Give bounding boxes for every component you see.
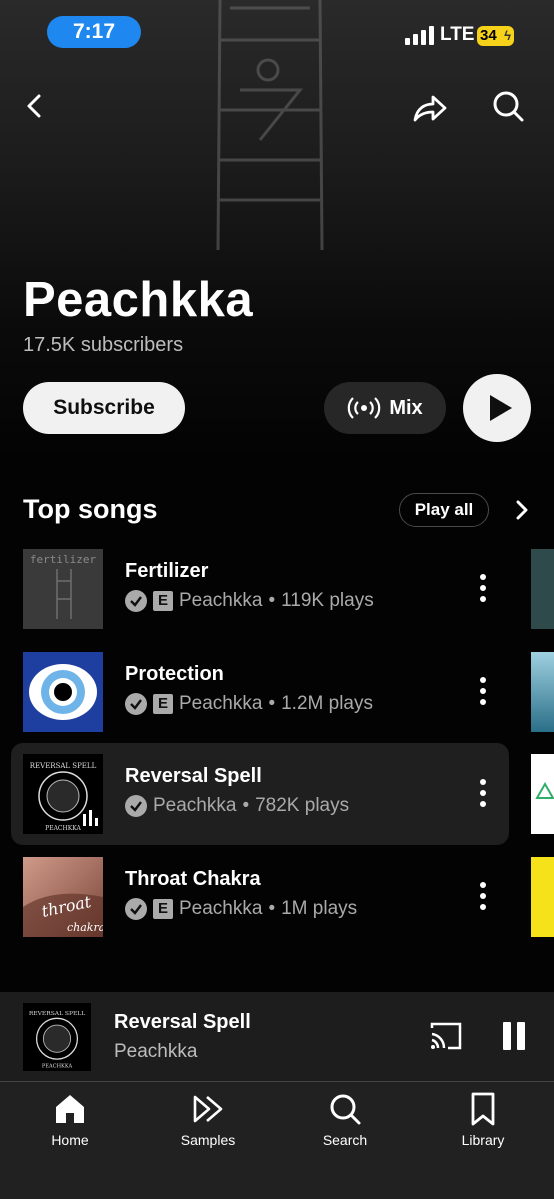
song-thumbnail: REVERSAL SPELL PEACHKKA bbox=[23, 754, 103, 834]
song-plays: 119K plays bbox=[281, 590, 374, 611]
explicit-badge: E bbox=[153, 591, 173, 611]
now-playing-artist: Peachkka bbox=[114, 1041, 198, 1062]
song-thumbnail bbox=[23, 652, 103, 732]
next-column-thumbnail[interactable] bbox=[531, 549, 554, 629]
status-time: 7:17 bbox=[47, 16, 141, 48]
tab-label: Search bbox=[322, 1132, 368, 1148]
battery-icon: 34 ϟ bbox=[477, 26, 514, 46]
song-row-reversal-spell[interactable]: REVERSAL SPELL PEACHKKA Reversal Spell P… bbox=[11, 743, 509, 845]
battery-level: 34 bbox=[480, 27, 497, 44]
separator: • bbox=[268, 898, 276, 919]
tab-library[interactable]: Library bbox=[433, 1090, 533, 1148]
thumb-text: PEACHKKA bbox=[45, 825, 81, 832]
play-button[interactable] bbox=[463, 374, 531, 442]
search-button[interactable] bbox=[488, 86, 528, 126]
song-row-fertilizer[interactable]: fertilizer Fertilizer E Peachkka • 119K … bbox=[11, 538, 509, 640]
verified-icon bbox=[125, 795, 147, 817]
thumb-text: fertilizer bbox=[30, 553, 97, 566]
more-options-button[interactable] bbox=[473, 773, 493, 813]
song-meta: E Peachkka • 1.2M plays bbox=[125, 693, 373, 715]
cast-icon[interactable] bbox=[428, 1020, 464, 1052]
separator: • bbox=[268, 590, 276, 611]
song-title: Reversal Spell bbox=[125, 765, 262, 787]
thumb-text: chakra bbox=[67, 921, 103, 934]
tab-samples[interactable]: Samples bbox=[158, 1090, 258, 1148]
mix-button[interactable]: Mix bbox=[324, 382, 446, 434]
signal-icon bbox=[405, 25, 435, 45]
thumb-text: REVERSAL SPELL bbox=[29, 1010, 85, 1017]
thumb-text: PEACHKKA bbox=[42, 1064, 73, 1070]
next-column-thumbnail[interactable] bbox=[531, 857, 554, 937]
subscribe-button[interactable]: Subscribe bbox=[23, 382, 185, 434]
pause-button[interactable] bbox=[501, 1022, 527, 1052]
search-icon bbox=[330, 1094, 361, 1125]
share-button[interactable] bbox=[409, 88, 449, 128]
now-playing-title: Reversal Spell bbox=[114, 1011, 251, 1033]
song-plays: 1.2M plays bbox=[281, 693, 373, 714]
more-options-button[interactable] bbox=[473, 876, 493, 916]
tab-label: Library bbox=[461, 1132, 505, 1148]
samples-icon bbox=[193, 1095, 223, 1123]
next-column-thumbnail[interactable] bbox=[531, 652, 554, 732]
artist-name: Peachkka bbox=[23, 273, 254, 327]
top-songs-title: Top songs bbox=[23, 494, 158, 524]
song-artist: Peachkka bbox=[179, 693, 263, 714]
next-column-thumbnail[interactable] bbox=[531, 754, 554, 834]
song-artist: Peachkka bbox=[179, 590, 263, 611]
home-icon bbox=[56, 1095, 84, 1123]
share-icon bbox=[413, 95, 447, 122]
radio-icon bbox=[348, 397, 381, 419]
more-options-button[interactable] bbox=[473, 568, 493, 608]
tab-search[interactable]: Search bbox=[295, 1090, 395, 1148]
song-row-throat-chakra[interactable]: throat chakra Throat Chakra E Peachkka •… bbox=[11, 846, 509, 948]
library-icon bbox=[471, 1092, 495, 1126]
tab-label: Home bbox=[51, 1132, 89, 1148]
bottom-navigation: Home Samples Search Library bbox=[0, 1082, 554, 1199]
search-icon bbox=[493, 91, 524, 122]
song-title: Protection bbox=[125, 663, 224, 685]
mix-label: Mix bbox=[389, 396, 423, 419]
tab-home[interactable]: Home bbox=[20, 1090, 120, 1148]
separator: • bbox=[268, 693, 276, 714]
song-plays: 1M plays bbox=[281, 898, 358, 919]
separator: • bbox=[242, 795, 250, 816]
mini-player[interactable]: REVERSAL SPELL PEACHKKA Reversal Spell P… bbox=[0, 992, 554, 1082]
song-artist: Peachkka bbox=[153, 795, 237, 816]
verified-icon bbox=[125, 898, 147, 920]
song-meta: E Peachkka • 119K plays bbox=[125, 590, 374, 612]
song-plays: 782K plays bbox=[255, 795, 350, 816]
song-row-protection[interactable]: Protection E Peachkka • 1.2M plays bbox=[11, 641, 509, 743]
back-button[interactable] bbox=[14, 86, 54, 126]
explicit-badge: E bbox=[153, 899, 173, 919]
artist-banner-art bbox=[216, 0, 324, 251]
thumb-text: REVERSAL SPELL bbox=[30, 762, 97, 770]
explicit-badge: E bbox=[153, 694, 173, 714]
verified-icon bbox=[125, 693, 147, 715]
song-meta: E Peachkka • 1M plays bbox=[125, 898, 357, 920]
tab-label: Samples bbox=[180, 1132, 236, 1148]
song-thumbnail: throat chakra bbox=[23, 857, 103, 937]
song-thumbnail: fertilizer bbox=[23, 549, 103, 629]
song-meta: Peachkka • 782K plays bbox=[125, 795, 349, 817]
now-playing-thumbnail: REVERSAL SPELL PEACHKKA bbox=[23, 1003, 91, 1071]
network-type: LTE bbox=[440, 24, 475, 45]
verified-icon bbox=[125, 590, 147, 612]
back-arrow-icon bbox=[27, 94, 41, 118]
play-all-button[interactable]: Play all bbox=[399, 493, 489, 527]
song-title: Throat Chakra bbox=[125, 868, 261, 890]
subscriber-count: 17.5K subscribers bbox=[23, 334, 184, 356]
chevron-right-icon[interactable] bbox=[508, 496, 536, 524]
song-artist: Peachkka bbox=[179, 898, 263, 919]
more-options-button[interactable] bbox=[473, 671, 493, 711]
song-title: Fertilizer bbox=[125, 560, 209, 582]
play-icon bbox=[490, 395, 512, 421]
